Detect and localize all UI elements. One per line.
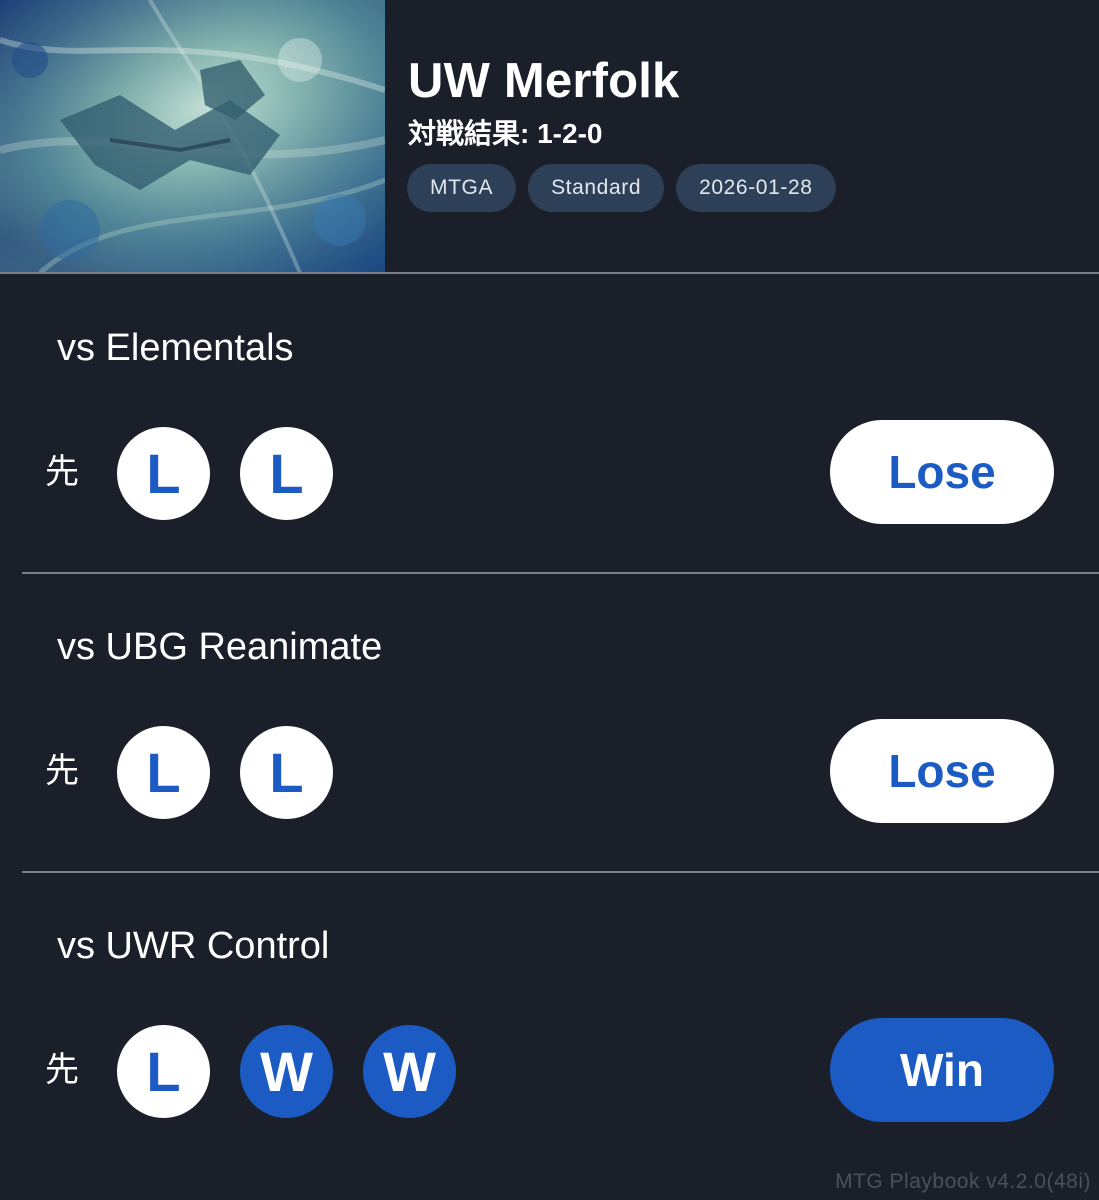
match-row[interactable]: vs Elementals 先 L L Lose xyxy=(0,274,1099,574)
game-result-badge[interactable]: L xyxy=(117,1025,210,1118)
deck-title: UW Merfolk xyxy=(408,54,680,108)
opponent-name: vs Elementals xyxy=(57,327,294,369)
format-tag: Standard xyxy=(528,164,665,212)
opponent-name: vs UBG Reanimate xyxy=(57,626,383,668)
match-row[interactable]: vs UWR Control 先 L W W Win xyxy=(0,872,1099,1172)
game-result-badge[interactable]: L xyxy=(240,427,333,520)
app-version-label: MTG Playbook v4.2.0(48i) xyxy=(835,1170,1091,1193)
date-tag: 2026-01-28 xyxy=(676,164,836,212)
opponent-name: vs UWR Control xyxy=(57,925,330,967)
game-result-badge[interactable]: W xyxy=(363,1025,456,1118)
game-result-badge[interactable]: W xyxy=(240,1025,333,1118)
platform-tag: MTGA xyxy=(407,164,517,212)
game-result-badge[interactable]: L xyxy=(240,726,333,819)
match-row[interactable]: vs UBG Reanimate 先 L L Lose xyxy=(0,573,1099,873)
game-result-badge[interactable]: L xyxy=(117,726,210,819)
play-order-label: 先 xyxy=(45,453,79,491)
play-order-label: 先 xyxy=(45,1051,79,1089)
match-result-button[interactable]: Lose xyxy=(830,719,1054,823)
deck-header: UW Merfolk 対戦結果: 1-2-0 MTGA Standard 202… xyxy=(0,0,1099,273)
game-result-badge[interactable]: L xyxy=(117,427,210,520)
play-order-label: 先 xyxy=(45,752,79,790)
deck-card-art xyxy=(0,0,385,273)
match-result-button[interactable]: Lose xyxy=(830,420,1054,524)
match-record: 対戦結果: 1-2-0 xyxy=(408,118,603,149)
match-result-button[interactable]: Win xyxy=(830,1018,1054,1122)
deck-tags: MTGA Standard 2026-01-28 xyxy=(407,164,836,212)
